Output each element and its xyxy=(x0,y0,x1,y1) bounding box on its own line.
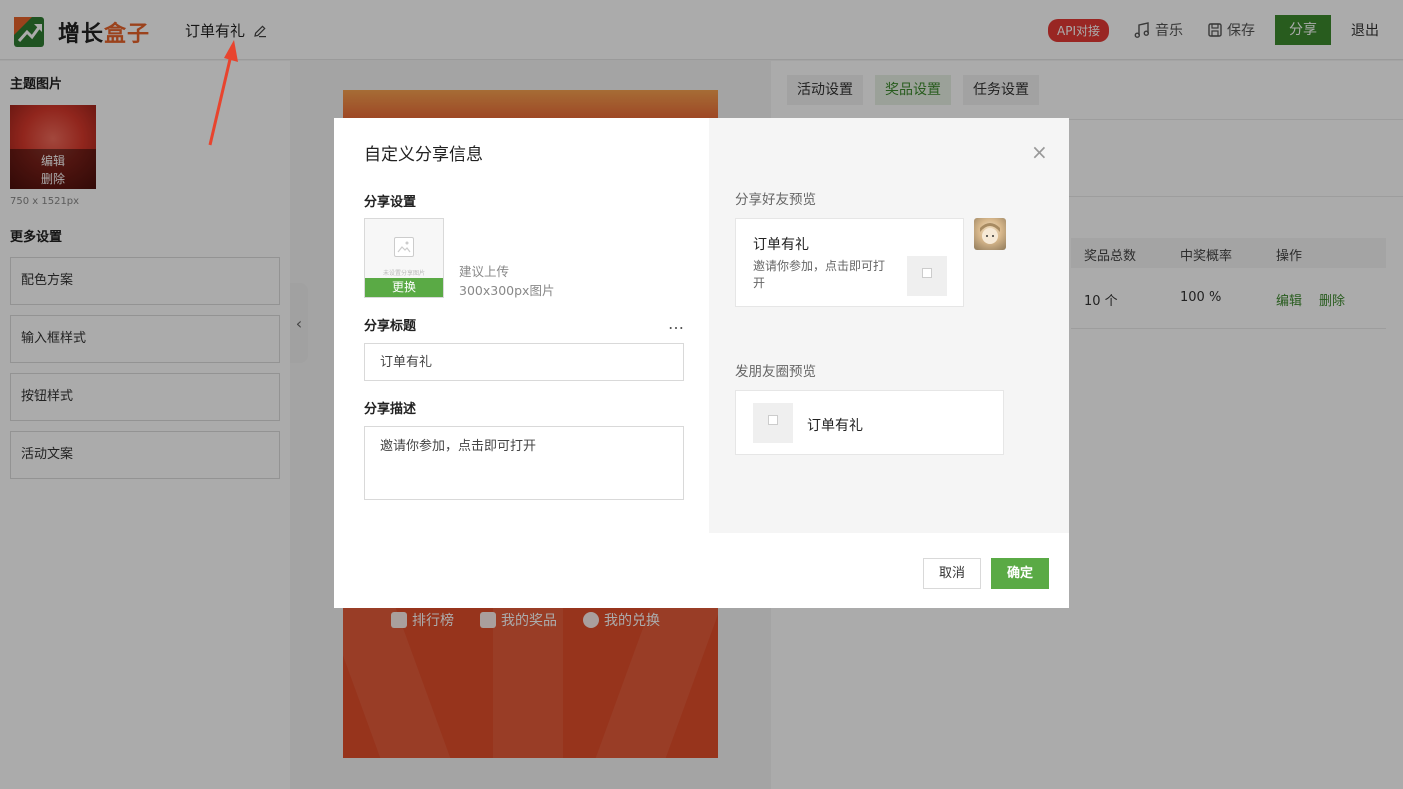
preview-panel xyxy=(709,118,1069,533)
share-settings-label: 分享设置 xyxy=(364,195,417,210)
upload-tip: 建议上传300x300px图片 xyxy=(459,264,555,298)
replace-image-button[interactable]: 更换 xyxy=(365,278,443,297)
friend-card-thumbnail xyxy=(907,256,947,296)
friend-preview-label: 分享好友预览 xyxy=(735,192,816,208)
share-info-dialog: 自定义分享信息 × 分享设置 未设置分享图片 更换 建议上传300x300px图… xyxy=(334,118,1069,608)
confirm-button[interactable]: 确定 xyxy=(991,558,1049,589)
image-placeholder-icon xyxy=(394,237,414,257)
close-icon[interactable]: × xyxy=(1031,140,1048,164)
share-desc-textarea[interactable]: 邀请你参加，点击即可打开 xyxy=(364,426,684,500)
annotation-arrow-icon xyxy=(208,40,238,146)
upload-placeholder-text: 未设置分享图片 xyxy=(382,270,425,277)
moments-share-preview-card: 订单有礼 xyxy=(735,390,1004,455)
friend-card-desc: 邀请你参加，点击即可打开 xyxy=(753,259,886,290)
share-image-upload[interactable]: 未设置分享图片 更换 xyxy=(364,218,444,298)
friend-share-preview-card: 订单有礼 邀请你参加，点击即可打开 xyxy=(735,218,964,307)
share-title-label: 分享标题 xyxy=(364,319,417,334)
friend-card-title: 订单有礼 xyxy=(753,237,809,253)
dialog-title: 自定义分享信息 xyxy=(364,145,483,165)
image-placeholder-icon xyxy=(768,415,778,425)
moments-card-title: 订单有礼 xyxy=(807,418,863,434)
share-title-input[interactable]: 订单有礼 xyxy=(364,343,684,381)
avatar xyxy=(974,218,1006,250)
share-desc-label: 分享描述 xyxy=(364,402,417,417)
moments-preview-label: 发朋友圈预览 xyxy=(735,364,816,380)
image-placeholder-icon xyxy=(922,268,932,278)
more-options-icon[interactable]: … xyxy=(668,314,685,333)
moments-card-thumbnail xyxy=(753,403,793,443)
cancel-button[interactable]: 取消 xyxy=(923,558,981,589)
